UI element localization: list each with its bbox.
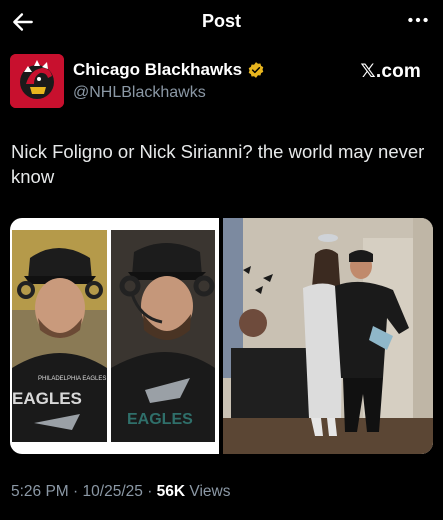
author-handle[interactable]: @NHLBlackhawks: [73, 84, 206, 102]
top-bar: Post: [0, 0, 443, 44]
blackhawks-logo-icon: [10, 54, 64, 108]
post-text: Nick Foligno or Nick Sirianni? the world…: [11, 141, 425, 187]
shirt-text-large: EAGLES: [127, 411, 193, 428]
post-meta: 5:26 PM · 10/25/25 · 56K Views: [11, 483, 231, 501]
page-title: Post: [201, 11, 241, 31]
post-author: Chicago Blackhawks @NHLBlackhawks 𝕏.com: [10, 54, 433, 110]
author-name[interactable]: Chicago Blackhawks: [73, 60, 242, 80]
views-label: Views: [189, 483, 231, 500]
source-label: 𝕏.com: [360, 61, 421, 82]
views-count[interactable]: 56K: [157, 483, 185, 500]
svg-text:EAGLES: EAGLES: [12, 389, 82, 408]
post-media[interactable]: PHILADELPHIA EAGLES EAGLES EAGLES: [10, 218, 433, 454]
halloween-costume-photo[interactable]: [223, 218, 433, 454]
post-date[interactable]: 10/25/25: [83, 483, 143, 500]
shirt-text-small: PHILADELPHIA EAGLES: [38, 376, 106, 382]
separator: ·: [73, 483, 79, 500]
comparison-image[interactable]: PHILADELPHIA EAGLES EAGLES EAGLES: [10, 218, 219, 454]
foligno-sirianni-photo: PHILADELPHIA EAGLES EAGLES EAGLES: [12, 230, 215, 442]
more-horizontal-icon[interactable]: [405, 7, 431, 33]
post-time[interactable]: 5:26 PM: [11, 483, 69, 500]
separator: ·: [147, 483, 153, 500]
avatar[interactable]: [10, 54, 64, 108]
gold-verified-badge-icon: [248, 62, 264, 78]
